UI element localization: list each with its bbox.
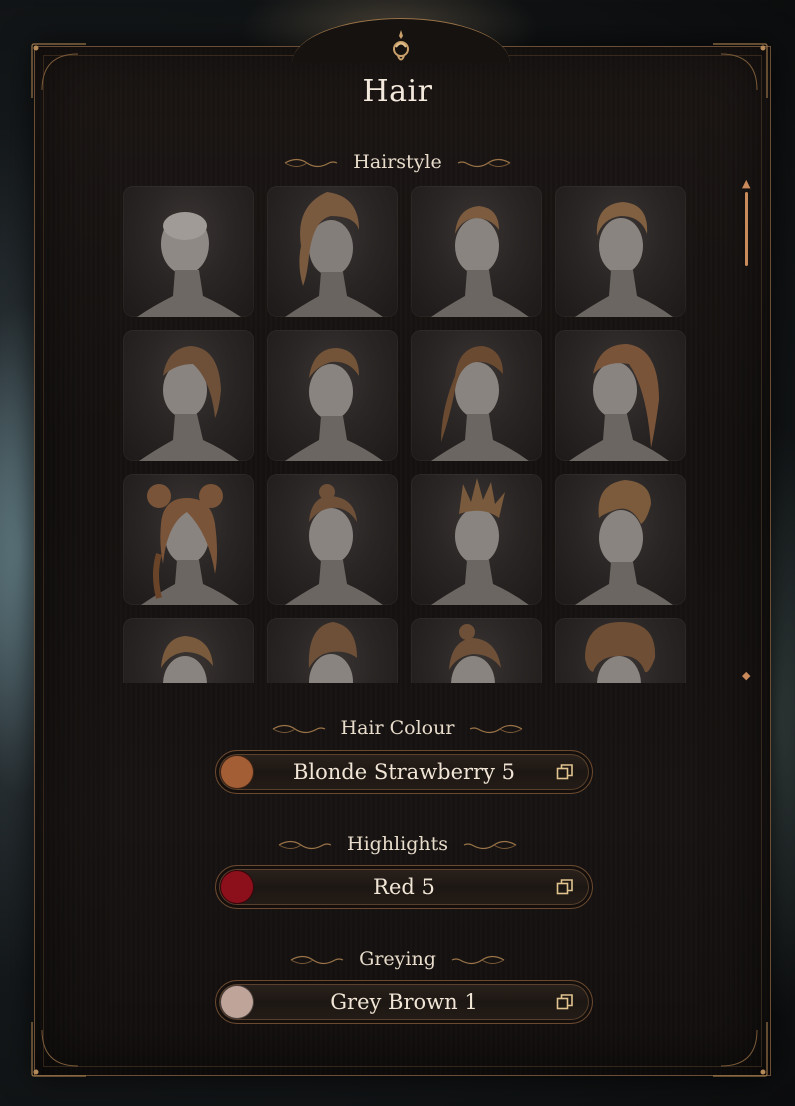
hairstyle-label-row: Hairstyle [0, 151, 795, 173]
flourish-right-icon [463, 840, 517, 850]
hairstyle-scrollbar[interactable]: ▲ ◆ [740, 178, 754, 683]
hair-colour-value: Blonde Strawberry 5 [292, 760, 516, 784]
greying-label: Greying [359, 948, 436, 970]
highlights-value: Red 5 [373, 875, 435, 899]
hairstyle-option-bald[interactable] [123, 186, 254, 317]
greying-label-row: Greying [0, 948, 795, 970]
flourish-left-icon [272, 724, 325, 734]
hairstyle-option-top-knot[interactable] [267, 474, 398, 605]
copy-icon[interactable] [556, 993, 574, 1011]
hairstyle-option-pompadour[interactable] [555, 474, 686, 605]
hairstyle-option-slick-undercut[interactable] [267, 618, 398, 683]
scroll-up-icon[interactable]: ▲ [742, 178, 750, 189]
greying-swatch [220, 985, 254, 1019]
flourish-left-icon [290, 955, 344, 965]
hair-colour-swatch [220, 755, 254, 789]
hairstyle-option-side-part[interactable] [123, 330, 254, 461]
hairstyle-label: Hairstyle [353, 151, 442, 173]
hairstyle-option-mohawk-spikes[interactable] [411, 474, 542, 605]
corner-ornament-bl [28, 1020, 88, 1080]
page-title: Hair [362, 74, 433, 109]
highlights-swatch [220, 870, 254, 904]
hairstyle-option-high-ponytail[interactable] [411, 618, 542, 683]
flourish-left-icon [284, 158, 338, 168]
hairstyle-option-curly-mullet[interactable] [267, 186, 398, 317]
hairstyle-grid [123, 186, 687, 683]
greying-selector[interactable]: Grey Brown 1 [215, 980, 593, 1024]
hairstyle-option-long-back[interactable] [411, 330, 542, 461]
flourish-right-icon [470, 724, 523, 734]
flourish-left-icon [278, 840, 332, 850]
hairstyle-option-braided-crown[interactable] [123, 618, 254, 683]
corner-ornament-br [711, 1020, 771, 1080]
copy-icon[interactable] [556, 763, 574, 781]
hairstyle-option-short-curls[interactable] [555, 186, 686, 317]
hair-category-icon [393, 30, 409, 61]
flourish-right-icon [451, 955, 505, 965]
copy-icon[interactable] [556, 878, 574, 896]
hairstyle-option-long-side-swept[interactable] [555, 330, 686, 461]
hair-colour-label: Hair Colour [340, 717, 455, 739]
greying-value: Grey Brown 1 [330, 990, 478, 1014]
scroll-down-icon[interactable]: ◆ [742, 670, 750, 681]
flourish-right-icon [457, 158, 511, 168]
highlights-selector[interactable]: Red 5 [215, 865, 593, 909]
hairstyle-option-curly-top[interactable] [555, 618, 686, 683]
highlights-label: Highlights [347, 833, 448, 855]
hairstyle-option-double-buns-braids[interactable] [123, 474, 254, 605]
hairstyle-option-slick-back[interactable] [267, 330, 398, 461]
hairstyle-option-short-fade[interactable] [411, 186, 542, 317]
highlights-label-row: Highlights [0, 833, 795, 855]
hair-colour-label-row: Hair Colour [0, 717, 795, 739]
scroll-thumb[interactable] [745, 192, 748, 266]
hair-colour-selector[interactable]: Blonde Strawberry 5 [215, 750, 593, 794]
